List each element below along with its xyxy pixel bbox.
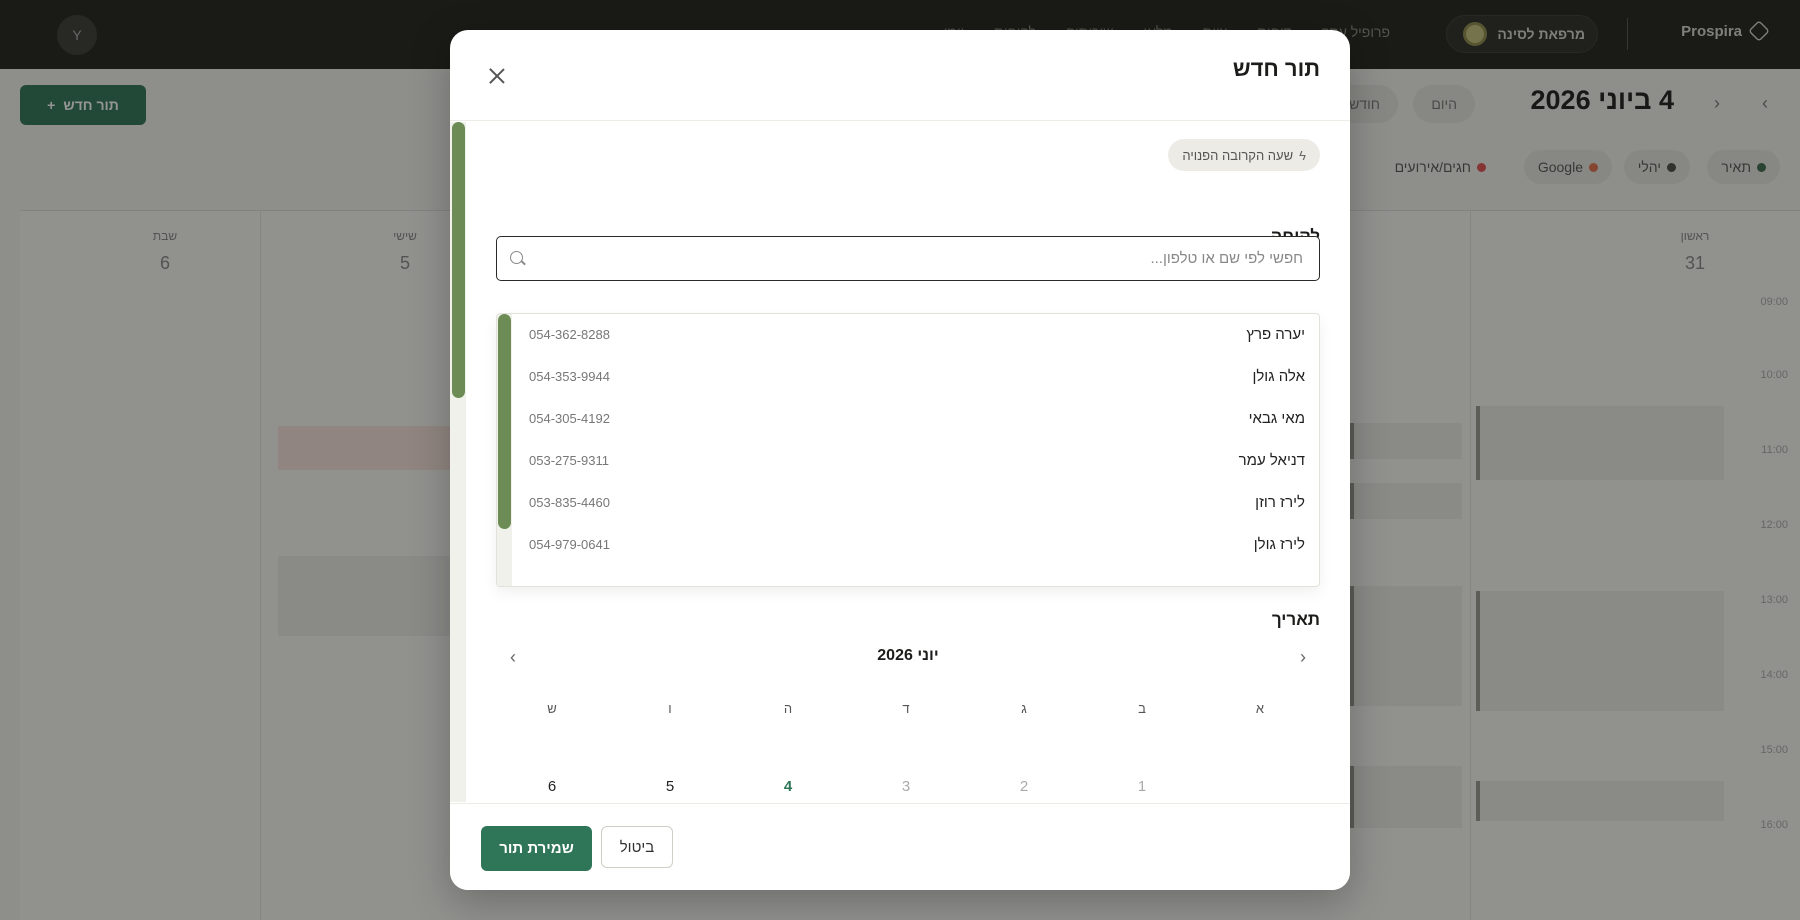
date-cell[interactable]: 6 [537,778,567,795]
customer-search-field [496,236,1320,281]
dialog-body: ϟ שעה הקרובה הפנויה לקוחה יערה פרץ 054-3… [450,122,1350,802]
weekday-label: ב [1138,701,1146,716]
dialog-title: תור חדש [1232,56,1320,81]
weekday-label: ג [1021,701,1027,716]
save-appointment-button[interactable]: שמירת תור [481,826,592,871]
customer-phone: 054-305-4192 [529,411,610,426]
customer-option[interactable]: אלה גולן 054-353-9944 [512,356,1319,398]
weekday-label: ה [783,701,793,716]
customer-phone: 053-275-9311 [529,453,609,468]
customer-name: לירז רוזן [1255,494,1305,511]
customer-results-list: יערה פרץ 054-362-8288 אלה גולן 054-353-9… [496,313,1320,587]
date-picker-month: יוני 2026 [877,647,939,664]
customer-option[interactable]: לירז רוזן 053-835-4460 [512,482,1319,524]
weekday-label: ש [547,701,557,716]
weekday-label: א [1255,701,1265,716]
date-picker-header: ‹ יוני 2026 › [496,642,1320,672]
customer-name: אלה גולן [1252,368,1305,385]
date-cell[interactable]: 2 [1009,778,1039,795]
customer-name: דניאל עמר [1238,452,1305,469]
lightning-icon: ϟ [1299,147,1306,163]
cancel-button[interactable]: ביטול [601,826,673,868]
dialog-scrollbar-thumb[interactable] [452,122,465,398]
search-icon [510,251,523,264]
customer-option[interactable]: דניאל עמר 053-275-9311 [512,440,1319,482]
weekday-label: ו [668,701,672,716]
dialog-scrollbar[interactable] [450,122,466,802]
customer-option[interactable]: יערה פרץ 054-362-8288 [512,314,1319,356]
next-available-slot-chip[interactable]: ϟ שעה הקרובה הפנויה [1168,139,1320,171]
date-section-label: תאריך [1271,610,1320,629]
weekday-label: ד [902,701,910,716]
customer-name: יערה פרץ [1246,326,1305,343]
customer-phone: 054-979-0641 [529,537,610,552]
customer-name: לירז גולן [1253,536,1305,553]
customer-option[interactable]: מאי גבאי 054-305-4192 [512,398,1319,440]
date-cell[interactable]: 3 [891,778,921,795]
customer-phone: 053-835-4460 [529,495,610,510]
customer-phone: 054-353-9944 [529,369,610,384]
close-icon[interactable] [486,65,508,87]
customer-option[interactable]: לירז גולן 054-979-0641 [512,524,1319,566]
dialog-header: תור חדש [450,30,1350,121]
customer-name: מאי גבאי [1248,410,1305,427]
new-appointment-dialog: תור חדש ϟ שעה הקרובה הפנויה לקוחה יערה פ… [450,30,1350,890]
customer-phone: 054-362-8288 [529,327,610,342]
customer-search-input[interactable] [533,237,1303,279]
chevron-right-icon[interactable]: › [1294,648,1312,666]
date-cell[interactable]: 1 [1127,778,1157,795]
date-cell[interactable]: 5 [655,778,685,795]
date-cell-today[interactable]: 4 [773,778,803,795]
results-scrollbar-thumb[interactable] [498,314,511,529]
results-scrollbar[interactable] [497,314,512,586]
dialog-footer: שמירת תור ביטול [450,803,1350,890]
next-available-slot-label: שעה הקרובה הפנויה [1182,147,1294,163]
